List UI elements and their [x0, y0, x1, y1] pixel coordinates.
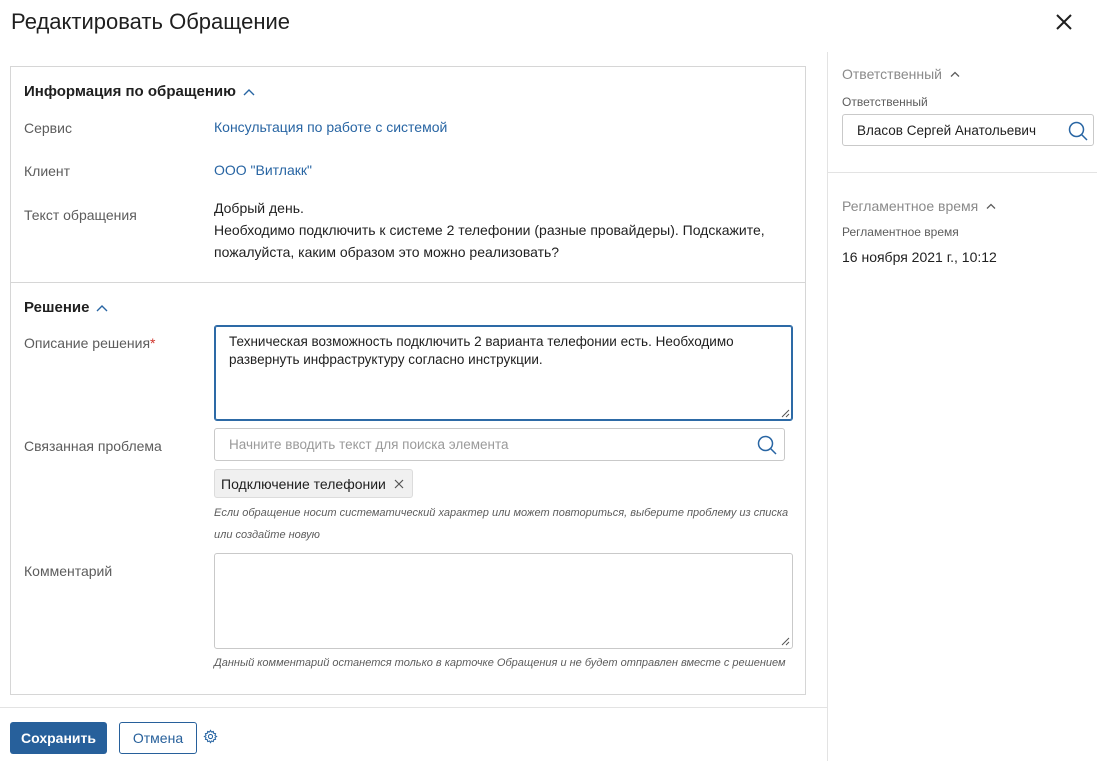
responsible-section-title: Ответственный [842, 66, 942, 82]
resize-handle-icon[interactable] [781, 409, 790, 418]
deadline-section-header[interactable]: Регламентное время [842, 198, 997, 214]
client-label: Клиент [24, 163, 71, 179]
responsible-label: Ответственный [842, 95, 928, 109]
deadline-label: Регламентное время [842, 225, 959, 239]
deadline-value: 16 ноября 2021 г., 10:12 [842, 249, 997, 265]
close-icon[interactable] [1051, 9, 1077, 35]
close-icon[interactable] [394, 479, 404, 489]
related-problem-hint-line: или создайте новую [214, 529, 320, 541]
save-button[interactable]: Сохранить [10, 722, 107, 754]
solution-description-line: развернуть инфраструктуру согласно инстр… [229, 352, 543, 367]
search-icon[interactable] [756, 434, 778, 456]
solution-description-label-text: Описание решения [24, 335, 151, 351]
chevron-up-icon[interactable] [243, 88, 255, 96]
chevron-up-icon[interactable] [96, 304, 108, 312]
responsible-input[interactable]: Власов Сергей Анатольевич [842, 114, 1094, 146]
info-section-title: Информация по обращению [24, 83, 236, 100]
solution-section-title: Решение [24, 299, 90, 316]
column-divider [827, 52, 828, 761]
page-title: Редактировать Обращение [11, 9, 291, 34]
gear-icon[interactable] [203, 729, 218, 744]
solution-section-header[interactable]: Решение [24, 299, 108, 316]
cancel-button[interactable]: Отмена [119, 722, 197, 754]
comment-label: Комментарий [24, 563, 113, 579]
request-text-line: Добрый день. [214, 200, 304, 216]
service-link[interactable]: Консультация по работе с системой [214, 116, 447, 138]
request-text-label: Текст обращения [24, 207, 137, 223]
sidebar-divider [827, 172, 1097, 173]
related-problem-chip: Подключение телефонии [214, 469, 413, 498]
resize-handle-icon[interactable] [781, 637, 790, 646]
required-mark: * [150, 335, 156, 351]
solution-description-line: Техническая возможность подключить 2 вар… [229, 334, 734, 349]
request-text-line: пожалуйста, каким образом это можно реал… [214, 244, 560, 260]
related-problem-search-input[interactable]: Начните вводить текст для поиска элемент… [214, 428, 785, 461]
chevron-up-icon[interactable] [949, 70, 961, 78]
search-icon[interactable] [1067, 120, 1089, 142]
service-label: Сервис [24, 120, 72, 136]
deadline-section-title: Регламентное время [842, 198, 979, 214]
solution-description-textarea[interactable]: Техническая возможность подключить 2 вар… [214, 325, 793, 421]
request-text-line: Необходимо подключить к системе 2 телефо… [214, 222, 765, 238]
footer-divider [0, 707, 827, 708]
related-problem-hint: Если обращение носит систематический хар… [214, 502, 788, 546]
responsible-value: Власов Сергей Анатольевич [857, 123, 1036, 138]
comment-textarea[interactable] [214, 553, 793, 649]
comment-hint: Данный комментарий останется только в ка… [214, 657, 786, 669]
request-text: Добрый день. Необходимо подключить к сис… [214, 197, 765, 263]
responsible-section-header[interactable]: Ответственный [842, 66, 961, 82]
related-problem-placeholder: Начните вводить текст для поиска элемент… [229, 437, 509, 452]
related-problem-label: Связанная проблема [24, 438, 162, 454]
info-section-header[interactable]: Информация по обращению [24, 83, 255, 100]
client-link[interactable]: ООО "Витлакк" [214, 159, 312, 181]
section-divider [11, 282, 805, 283]
related-problem-chip-label: Подключение телефонии [221, 475, 386, 492]
solution-description-label: Описание решения* [24, 335, 155, 351]
form-card: Информация по обращению Сервис Консульта… [10, 66, 806, 695]
related-problem-hint-line: Если обращение носит систематический хар… [214, 507, 789, 519]
chevron-up-icon[interactable] [985, 202, 997, 210]
